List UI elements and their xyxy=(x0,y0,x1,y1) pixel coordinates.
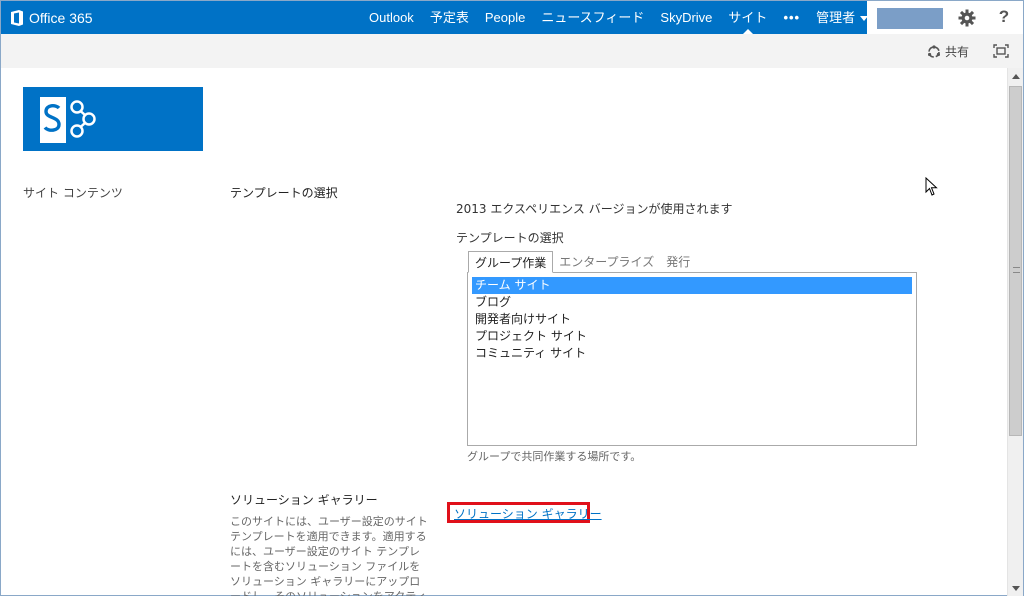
office-logo-icon xyxy=(11,9,23,26)
solution-gallery-description: このサイトには、ユーザー設定のサイト テンプレートを適用できます。適用するには、… xyxy=(230,515,428,596)
leftnav-site-contents[interactable]: サイト コンテンツ xyxy=(23,184,123,201)
scrollbar-thumb[interactable] xyxy=(1009,86,1022,436)
template-option-project-site[interactable]: プロジェクト サイト xyxy=(472,328,912,345)
question-icon[interactable]: ? xyxy=(994,5,1014,29)
nav-admin-label: 管理者 xyxy=(816,10,856,25)
scroll-down-icon[interactable] xyxy=(1012,586,1020,591)
nav-more[interactable]: ••• xyxy=(775,1,808,34)
ribbon-bar: 共有 xyxy=(1,34,1023,68)
share-icon xyxy=(928,44,940,58)
brand-label: Office 365 xyxy=(29,9,93,26)
template-option-community-site[interactable]: コミュニティ サイト xyxy=(472,345,912,362)
office365-brand[interactable]: Office 365 xyxy=(11,1,93,34)
suite-right-zone: ? xyxy=(867,1,1023,34)
suite-nav: Outlook 予定表 People ニュースフィード SkyDrive サイト… xyxy=(361,1,876,34)
sharepoint-logo-icon xyxy=(40,97,96,143)
template-selector-label: テンプレートの選択 xyxy=(456,231,564,245)
nav-sites[interactable]: サイト xyxy=(720,1,775,34)
solution-gallery-section-title: ソリューション ギャラリー xyxy=(230,493,378,507)
nav-skydrive[interactable]: SkyDrive xyxy=(652,1,720,34)
experience-version-note: 2013 エクスペリエンス バージョンが使用されます xyxy=(456,202,733,216)
template-section-title: テンプレートの選択 xyxy=(230,186,338,200)
template-description: グループで共同作業する場所です。 xyxy=(467,450,642,463)
share-label: 共有 xyxy=(945,45,970,59)
nav-newsfeed[interactable]: ニュースフィード xyxy=(533,1,652,34)
template-listbox[interactable]: チーム サイト ブログ 開発者向けサイト プロジェクト サイト コミュニティ サ… xyxy=(467,272,917,446)
scroll-up-icon[interactable] xyxy=(1012,74,1020,79)
solution-gallery-link[interactable]: ソリューション ギャラリー xyxy=(454,505,602,522)
user-name-box[interactable] xyxy=(877,8,943,29)
focus-mode-icon[interactable] xyxy=(993,44,1009,58)
mouse-cursor-icon xyxy=(925,177,938,196)
share-button[interactable]: 共有 xyxy=(927,43,969,60)
template-tabs: グループ作業 エンタープライズ 発行 xyxy=(468,251,696,273)
template-option-developer-site[interactable]: 開発者向けサイト xyxy=(472,311,912,328)
tab-collaboration[interactable]: グループ作業 xyxy=(468,251,554,273)
tab-enterprise[interactable]: エンタープライズ xyxy=(553,251,660,273)
gear-icon[interactable] xyxy=(958,9,976,27)
nav-people[interactable]: People xyxy=(477,1,533,34)
tab-publishing[interactable]: 発行 xyxy=(660,251,696,273)
scroll-grip-icon xyxy=(1013,267,1020,273)
nav-calendar[interactable]: 予定表 xyxy=(422,1,477,34)
template-option-blog[interactable]: ブログ xyxy=(472,294,912,311)
suite-bar: Office 365 Outlook 予定表 People ニュースフィード S… xyxy=(1,1,1023,34)
vertical-scrollbar[interactable] xyxy=(1007,68,1023,596)
sharepoint-logo[interactable] xyxy=(23,87,203,151)
template-option-team-site[interactable]: チーム サイト xyxy=(472,277,912,294)
nav-admin[interactable]: 管理者 xyxy=(808,1,876,34)
nav-outlook[interactable]: Outlook xyxy=(361,1,422,34)
